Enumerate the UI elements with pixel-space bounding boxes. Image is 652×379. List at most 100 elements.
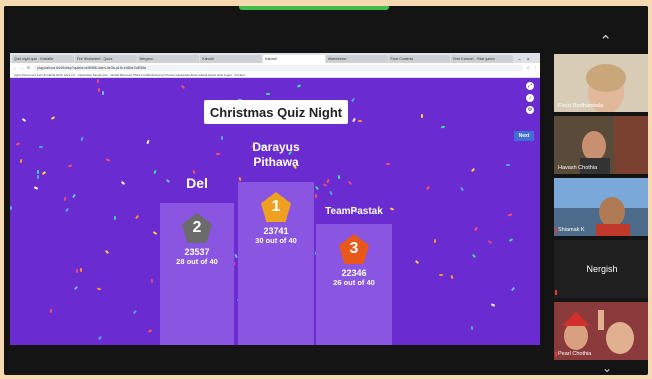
chevron-down-icon[interactable]: ⌄ bbox=[602, 361, 612, 375]
confetti-piece bbox=[322, 183, 327, 188]
confetti-piece bbox=[79, 267, 82, 272]
confetti-piece bbox=[21, 118, 26, 123]
participant-tile[interactable]: Firoxi Bodhanwala bbox=[554, 54, 648, 112]
sound-icon[interactable]: ♪ bbox=[526, 94, 534, 102]
confetti-piece bbox=[433, 238, 436, 244]
browser-tab[interactable]: Face Contents bbox=[388, 55, 451, 63]
address-field[interactable]: play.kahoot.it/v2/lobby?quizId=d4f0f96-4… bbox=[33, 64, 524, 71]
confetti-piece bbox=[192, 169, 196, 174]
confetti-piece bbox=[64, 207, 69, 213]
confetti-piece bbox=[297, 84, 302, 89]
confetti-piece bbox=[97, 336, 102, 341]
fullscreen-icon[interactable]: ⤢ bbox=[526, 82, 534, 90]
silver-badge-icon: 2 bbox=[182, 213, 212, 243]
confetti-piece bbox=[351, 118, 356, 123]
confetti-piece bbox=[73, 285, 79, 290]
confetti-piece bbox=[385, 162, 390, 165]
confetti-piece bbox=[220, 136, 223, 141]
confetti-piece bbox=[505, 164, 510, 167]
confetti-piece bbox=[67, 164, 72, 168]
muted-mic-icon bbox=[555, 352, 557, 357]
bronze-badge-icon: 3 bbox=[339, 234, 369, 264]
confetti-piece bbox=[460, 186, 465, 191]
confetti-piece bbox=[508, 237, 514, 242]
browser-tab[interactable]: Watermelon bbox=[325, 55, 388, 63]
confetti-piece bbox=[315, 185, 320, 190]
star-icon[interactable]: ☆ bbox=[526, 65, 530, 70]
confetti-piece bbox=[33, 186, 39, 190]
confetti-piece bbox=[180, 85, 186, 90]
confetti-piece bbox=[511, 287, 516, 292]
participant-tile[interactable]: Havash Chothia bbox=[554, 116, 648, 174]
browser-tab[interactable]: Mergeon bbox=[137, 55, 200, 63]
browser-tab[interactable]: Kahoot! bbox=[200, 55, 262, 63]
browser-tab-strip: Quiz night quiz - KhelaBe Fire Worksheet … bbox=[10, 53, 540, 63]
active-speaker-indicator bbox=[239, 6, 389, 10]
confetti-piece bbox=[337, 174, 341, 180]
confetti-piece bbox=[105, 158, 111, 162]
confetti-piece bbox=[440, 125, 445, 129]
podium-name: Del bbox=[186, 175, 208, 191]
confetti-piece bbox=[329, 190, 333, 196]
confetti-piece bbox=[49, 308, 53, 313]
confetti-piece bbox=[470, 326, 474, 331]
confetti-piece bbox=[238, 176, 242, 182]
confetti-piece bbox=[96, 78, 99, 83]
podium-correct: 26 out of 40 bbox=[333, 278, 375, 287]
confetti-piece bbox=[215, 153, 220, 156]
confetti-piece bbox=[146, 139, 150, 145]
confetti-piece bbox=[113, 216, 117, 221]
browser-tab[interactable]: Fire Worksheet - Quizz bbox=[74, 55, 137, 63]
confetti-piece bbox=[104, 250, 109, 255]
menu-icon[interactable]: ⋮ bbox=[533, 65, 537, 70]
confetti-piece bbox=[51, 115, 56, 120]
podium-name: Darayus Pithawa bbox=[252, 140, 300, 169]
confetti-piece bbox=[80, 136, 84, 141]
participant-tile[interactable]: Shiamak K bbox=[554, 178, 648, 236]
forward-icon[interactable]: → bbox=[20, 65, 24, 70]
chevron-up-icon[interactable]: ⌃ bbox=[599, 32, 612, 50]
confetti-piece bbox=[36, 170, 39, 175]
browser-tab[interactable]: Free Kahoot! - Slide ganes bbox=[451, 55, 513, 63]
participant-name: Firoxi Bodhanwala bbox=[558, 103, 604, 109]
confetti-piece bbox=[450, 274, 454, 279]
participant-name: Nergish bbox=[586, 264, 618, 274]
settings-icon[interactable]: ⚙ bbox=[526, 106, 534, 114]
window-controls[interactable]: – × bbox=[514, 57, 540, 63]
confetti-piece bbox=[326, 178, 331, 183]
muted-mic-icon bbox=[555, 228, 557, 233]
quiz-title: Christmas Quiz Night bbox=[204, 100, 348, 124]
confetti-piece bbox=[63, 196, 67, 201]
confetti-piece bbox=[97, 87, 100, 92]
participant-name: Pearl Chothia bbox=[558, 351, 592, 357]
confetti-piece bbox=[265, 92, 270, 95]
confetti-piece bbox=[350, 97, 355, 103]
podium-score: 22346 bbox=[341, 268, 367, 278]
confetti-piece bbox=[426, 185, 431, 191]
confetti-piece bbox=[152, 170, 157, 175]
confetti-piece bbox=[507, 213, 513, 217]
browser-tab[interactable]: Kahoot! bbox=[263, 55, 325, 63]
reload-icon[interactable]: ↻ bbox=[27, 65, 30, 70]
confetti-piece bbox=[470, 168, 476, 173]
minimize-icon[interactable]: – bbox=[518, 57, 521, 63]
confetti-piece bbox=[438, 273, 443, 276]
podium-name: TeamPastak bbox=[325, 206, 383, 217]
close-icon[interactable]: × bbox=[527, 57, 530, 63]
confetti-piece bbox=[120, 181, 126, 186]
confetti-piece bbox=[487, 240, 492, 245]
confetti-piece bbox=[474, 226, 478, 232]
podium-first: Darayus Pithawa 1 23741 30 out of 40 bbox=[238, 140, 314, 345]
podium-second: Del 2 23537 28 out of 40 bbox=[160, 175, 234, 345]
next-button[interactable]: Next bbox=[514, 131, 534, 141]
podium-correct: 28 out of 40 bbox=[176, 257, 218, 266]
browser-tab[interactable]: Quiz night quiz - KhelaBe bbox=[12, 55, 74, 63]
participant-tile[interactable]: Pearl Chothia bbox=[554, 302, 648, 360]
confetti-piece bbox=[358, 120, 363, 123]
confetti-piece bbox=[133, 309, 138, 314]
back-icon[interactable]: ← bbox=[13, 65, 17, 70]
shared-screen-browser: Quiz night quiz - KhelaBe Fire Worksheet … bbox=[10, 53, 540, 345]
browser-url-bar: ← → ↻ play.kahoot.it/v2/lobby?quizId=d4f… bbox=[10, 63, 540, 72]
confetti-piece bbox=[71, 194, 76, 199]
participant-tile[interactable]: Nergish bbox=[554, 240, 648, 298]
